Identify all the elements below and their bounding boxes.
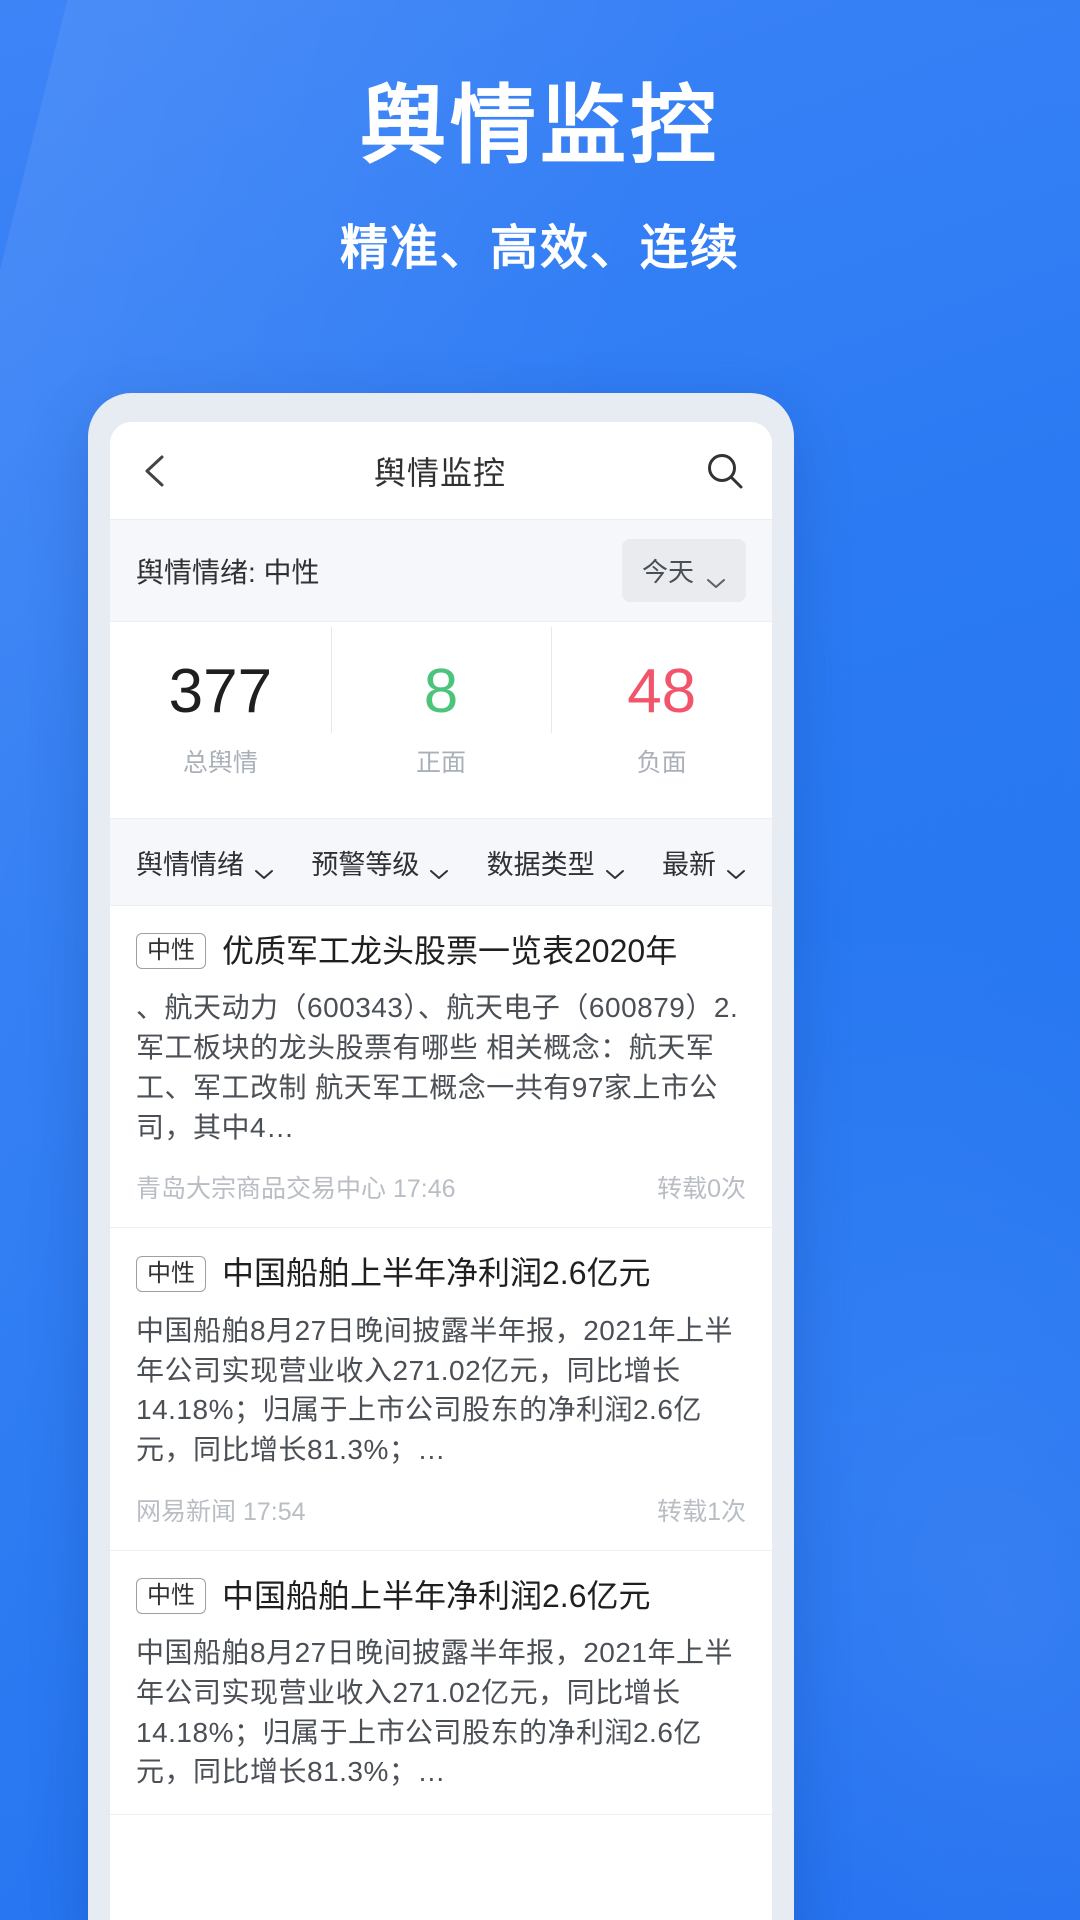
- article-meta: 网易新闻 17:54 转载1次: [136, 1492, 746, 1528]
- article-summary: 、航天动力（600343）、航天电子（600879）2.军工板块的龙头股票有哪些…: [136, 992, 739, 1143]
- filter-sentiment[interactable]: 舆情情绪: [136, 843, 274, 882]
- search-icon[interactable]: [704, 450, 746, 492]
- hero-section: 舆情监控 精准、高效、连续: [0, 0, 1080, 278]
- page-title: 舆情监控: [373, 454, 506, 491]
- chevron-down-icon: [605, 856, 625, 879]
- filter-sort-latest-label: 最新: [661, 849, 716, 880]
- filter-alert-level[interactable]: 预警等级: [311, 843, 449, 882]
- filter-row: 舆情情绪 预警等级 数据类型 最新: [110, 818, 772, 906]
- stat-negative-label: 负面: [636, 749, 687, 777]
- filter-data-type[interactable]: 数据类型: [487, 843, 625, 882]
- phone-screen: 舆情监控 舆情情绪: 中性 今天 377 总舆情 8 正面 48 负面 舆情情绪…: [110, 422, 772, 1920]
- filter-alert-level-label: 预警等级: [311, 849, 420, 880]
- status-badge: 中性: [136, 1255, 206, 1292]
- stat-total-label: 总舆情: [182, 749, 258, 777]
- chevron-left-icon[interactable]: [136, 451, 176, 491]
- status-badge: 中性: [136, 1577, 206, 1614]
- article-meta: 青岛大宗商品交易中心 17:46 转载0次: [136, 1169, 746, 1205]
- article-time: 17:46: [392, 1175, 456, 1204]
- article-source: 青岛大宗商品交易中心: [136, 1175, 387, 1204]
- article-source-time: 网易新闻 17:54: [136, 1492, 306, 1528]
- filter-sentiment-label: 舆情情绪: [136, 849, 244, 880]
- app-navbar: 舆情监控: [110, 422, 772, 520]
- article-source: 网易新闻: [136, 1497, 237, 1526]
- article-header: 中性 中国船舶上半年净利润2.6亿元: [136, 1254, 746, 1292]
- stat-negative-value: 48: [627, 657, 697, 726]
- stats-row: 377 总舆情 8 正面 48 负面: [110, 622, 772, 818]
- hero-title: 舆情监控: [360, 78, 720, 174]
- sentiment-label: 舆情情绪: 中性: [136, 556, 320, 588]
- article-summary: 中国船舶8月27日晚间披露半年报，2021年上半年公司实现营业收入271.02亿…: [136, 1314, 734, 1466]
- article-title: 中国船舶上半年净利润2.6亿元: [222, 1255, 651, 1292]
- filter-sort-latest[interactable]: 最新: [662, 843, 746, 882]
- article-feed: 中性 优质军工龙头股票一览表2020年 、航天动力（600343）、航天电子（6…: [110, 906, 772, 1816]
- date-range-value: 今天: [641, 557, 694, 587]
- stat-positive-label: 正面: [416, 749, 467, 777]
- date-range-select[interactable]: 今天: [621, 539, 746, 602]
- filter-data-type-label: 数据类型: [486, 849, 595, 880]
- sentiment-bar: 舆情情绪: 中性 今天: [110, 520, 772, 622]
- article-source-time: 青岛大宗商品交易中心 17:46: [136, 1169, 456, 1205]
- status-badge: 中性: [136, 933, 206, 970]
- chevron-down-icon: [254, 856, 274, 879]
- article-repost-count: 转载0次: [657, 1175, 746, 1204]
- list-item[interactable]: 中性 优质军工龙头股票一览表2020年 、航天动力（600343）、航天电子（6…: [110, 906, 772, 1229]
- hero-subtitle: 精准、高效、连续: [339, 222, 740, 276]
- article-time: 17:54: [242, 1497, 306, 1526]
- stat-negative: 48 负面: [551, 627, 772, 779]
- stat-positive: 8 正面: [330, 627, 552, 779]
- article-title: 优质军工龙头股票一览表2020年: [222, 933, 678, 969]
- article-header: 中性 中国船舶上半年净利润2.6亿元: [136, 1577, 746, 1615]
- article-title: 中国船舶上半年净利润2.6亿元: [222, 1577, 651, 1614]
- chevron-down-icon: [706, 565, 726, 588]
- stat-total: 377 总舆情: [110, 661, 331, 779]
- chevron-down-icon: [429, 856, 449, 879]
- stat-total-value: 377: [168, 657, 273, 726]
- article-repost-count: 转载1次: [657, 1497, 746, 1526]
- list-item[interactable]: 中性 中国船舶上半年净利润2.6亿元 中国船舶8月27日晚间披露半年报，2021…: [110, 1228, 772, 1551]
- list-item[interactable]: 中性 中国船舶上半年净利润2.6亿元 中国船舶8月27日晚间披露半年报，2021…: [110, 1551, 772, 1816]
- stat-positive-value: 8: [423, 657, 459, 726]
- phone-mockup: 舆情监控 舆情情绪: 中性 今天 377 总舆情 8 正面 48 负面 舆情情绪…: [88, 393, 794, 1920]
- chevron-down-icon: [726, 856, 746, 879]
- article-header: 中性 优质军工龙头股票一览表2020年: [136, 932, 746, 970]
- article-summary: 中国船舶8月27日晚间披露半年报，2021年上半年公司实现营业收入271.02亿…: [136, 1637, 734, 1788]
